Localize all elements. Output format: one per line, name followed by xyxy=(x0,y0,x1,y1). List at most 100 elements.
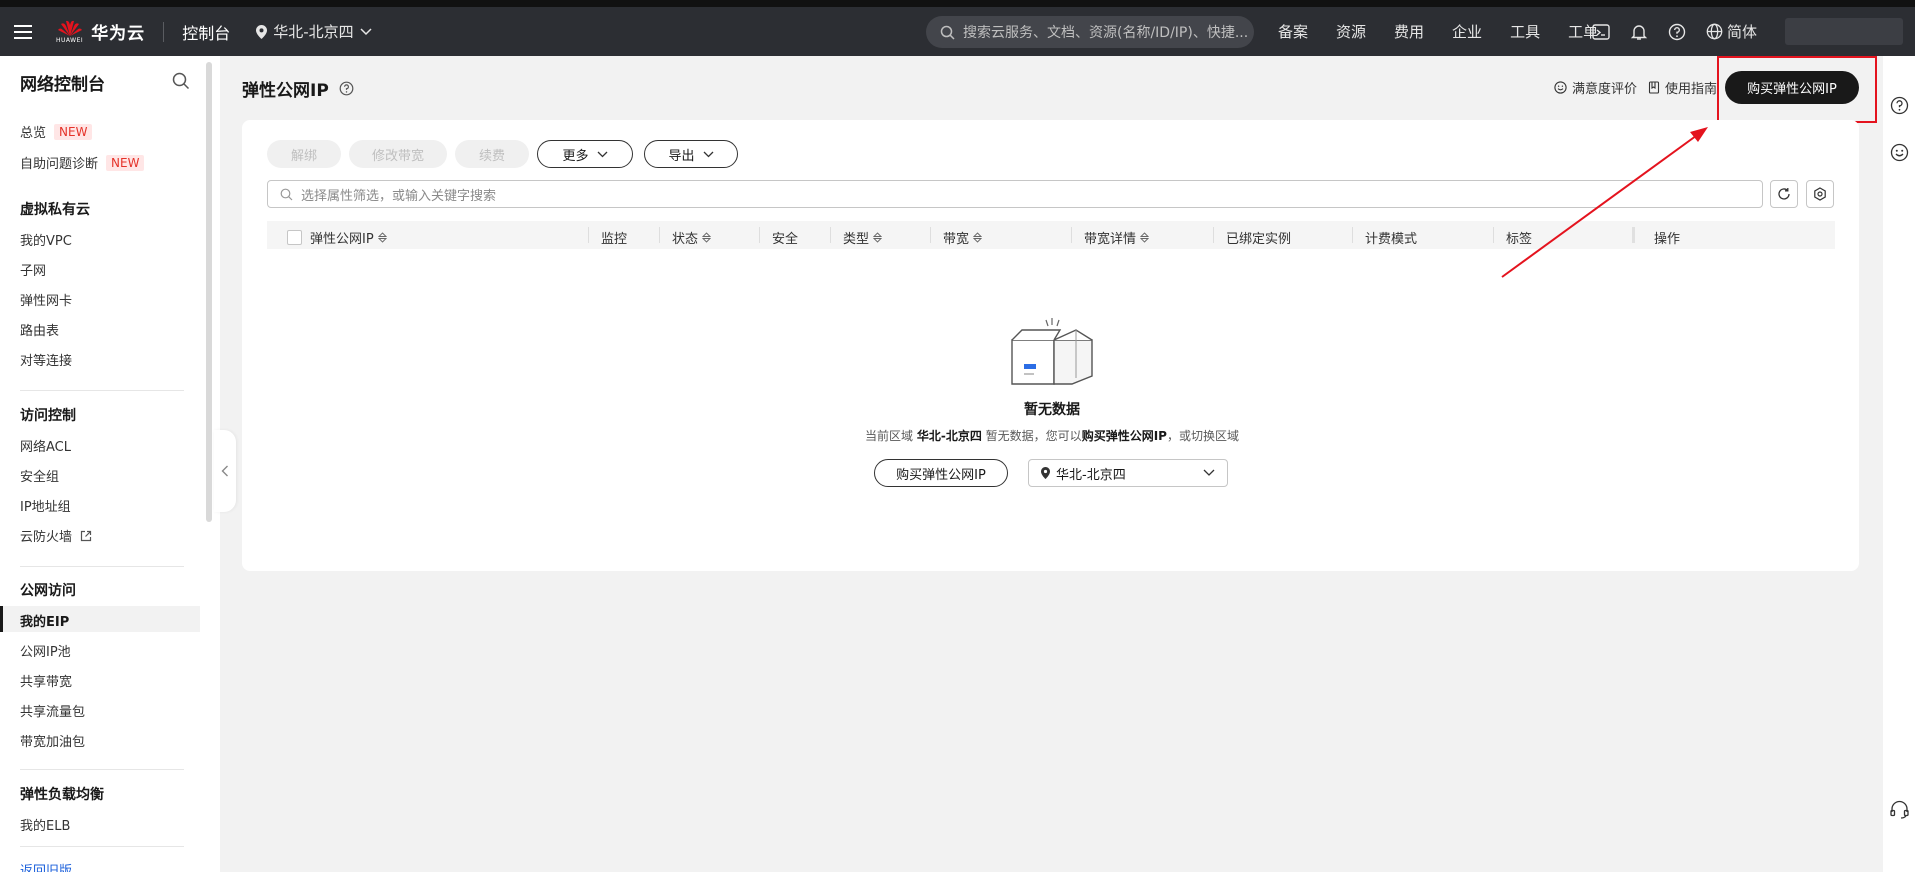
empty-state-title: 暂无数据 xyxy=(1024,402,1080,418)
sidebar-collapse-button[interactable] xyxy=(214,430,236,512)
column-label: 标签 xyxy=(1506,232,1533,247)
sidebar-divider xyxy=(20,390,184,391)
column-separator xyxy=(1493,227,1494,243)
column-actions: 操作 xyxy=(1654,228,1680,247)
refresh-button[interactable] xyxy=(1770,180,1798,208)
column-bound-instance: 已绑定实例 xyxy=(1226,228,1291,247)
column-separator xyxy=(1213,227,1214,243)
usage-guide-link[interactable]: 使用指南 xyxy=(1648,78,1717,97)
sidebar-divider xyxy=(20,566,184,567)
column-eip[interactable]: 弹性公网IP xyxy=(287,228,387,247)
empty-buy-eip-button[interactable]: 购买弹性公网IP xyxy=(874,459,1008,487)
column-status[interactable]: 状态 xyxy=(672,228,712,247)
unbind-button[interactable]: 解绑 xyxy=(267,140,341,168)
column-billing-mode: 计费模式 xyxy=(1365,228,1417,247)
global-search-input[interactable]: 搜索云服务、文档、资源(名称/ID/IP)、快捷... xyxy=(926,16,1254,48)
filter-search-input[interactable]: 选择属性筛选，或输入关键字搜索 xyxy=(267,180,1763,208)
divider xyxy=(163,21,165,42)
column-label: 安全 xyxy=(772,232,799,247)
satisfaction-rating-link[interactable]: 满意度评价 xyxy=(1554,78,1637,97)
region-selector[interactable]: 华北-北京四 xyxy=(256,21,372,42)
filter-search-placeholder: 选择属性筛选，或输入关键字搜索 xyxy=(301,188,497,204)
sidebar-group-public-access[interactable]: 公网访问 xyxy=(20,580,76,600)
column-type[interactable]: 类型 xyxy=(843,228,883,247)
chevron-left-icon xyxy=(221,465,228,477)
table-settings-button[interactable] xyxy=(1806,180,1834,208)
huawei-cloud-logo[interactable]: HUAWEI 华为云 xyxy=(56,19,145,44)
nav-enterprise[interactable]: 企业 xyxy=(1452,21,1482,42)
smile-icon[interactable] xyxy=(1890,143,1909,162)
sidebar-item-subnet[interactable]: 子网 xyxy=(20,260,46,279)
column-bandwidth[interactable]: 带宽 xyxy=(943,228,983,247)
renew-button[interactable]: 续费 xyxy=(455,140,529,168)
location-icon xyxy=(256,24,268,39)
nav-billing[interactable]: 费用 xyxy=(1394,21,1424,42)
book-icon xyxy=(1648,81,1660,94)
more-label: 更多 xyxy=(562,148,589,164)
menu-icon[interactable] xyxy=(0,7,46,56)
console-link[interactable]: 控制台 xyxy=(182,20,230,44)
column-separator xyxy=(830,227,831,243)
sidebar-item-peering[interactable]: 对等连接 xyxy=(20,350,72,369)
sidebar-item-ip-group[interactable]: IP地址组 xyxy=(20,496,71,515)
column-bandwidth-details[interactable]: 带宽详情 xyxy=(1084,228,1150,247)
sidebar-item-security-group[interactable]: 安全组 xyxy=(20,466,59,485)
bell-icon[interactable] xyxy=(1630,23,1648,41)
chevron-down-icon xyxy=(703,151,713,157)
sidebar-item-my-vpc[interactable]: 我的VPC xyxy=(20,230,72,249)
page-title: 弹性公网IP xyxy=(242,76,354,101)
globe-icon xyxy=(1706,23,1723,40)
refresh-icon xyxy=(1778,188,1790,200)
sort-icon xyxy=(973,232,983,243)
sidebar-item-label: 自助问题诊断 xyxy=(20,157,99,172)
fixed-column-shadow xyxy=(1632,227,1635,243)
sidebar-group-vpc[interactable]: 虚拟私有云 xyxy=(20,199,90,219)
column-separator xyxy=(759,227,760,243)
column-security: 安全 xyxy=(772,228,798,247)
sort-icon xyxy=(702,232,712,243)
gear-icon xyxy=(1814,187,1826,201)
sidebar-item-acl[interactable]: 网络ACL xyxy=(20,436,71,455)
column-label: 状态 xyxy=(672,232,699,247)
sidebar-item-my-eip[interactable]: 我的EIP xyxy=(20,611,69,630)
help-circle-icon[interactable] xyxy=(339,81,354,96)
sort-icon xyxy=(377,232,387,243)
sidebar-item-overview[interactable]: 总览 NEW xyxy=(20,122,93,141)
language-switch[interactable]: 简体 xyxy=(1706,21,1757,42)
sidebar-item-diagnosis[interactable]: 自助问题诊断 NEW xyxy=(20,153,145,172)
sidebar-scrollbar[interactable] xyxy=(206,62,212,522)
sidebar-group-access-control[interactable]: 访问控制 xyxy=(20,405,76,425)
sidebar-search-icon[interactable] xyxy=(172,72,190,90)
sidebar-item-traffic-package[interactable]: 共享流量包 xyxy=(20,701,85,720)
sidebar-item-eni[interactable]: 弹性网卡 xyxy=(20,290,72,309)
sidebar-item-bandwidth-addon[interactable]: 带宽加油包 xyxy=(20,731,85,750)
top-bar: HUAWEI 华为云 控制台 华北-北京四 搜索云服务、文档、资源(名称/ID/… xyxy=(0,7,1915,56)
terminal-icon[interactable] xyxy=(1592,23,1610,41)
modify-bandwidth-button[interactable]: 修改带宽 xyxy=(349,140,447,168)
empty-desc-text: 暂无数据，您可以 xyxy=(985,429,1082,443)
user-account-menu[interactable] xyxy=(1785,18,1903,45)
sidebar-item-shared-bandwidth[interactable]: 共享带宽 xyxy=(20,671,72,690)
sidebar-item-firewall[interactable]: 云防火墙 xyxy=(20,526,92,545)
chevron-down-icon xyxy=(1203,469,1215,476)
column-label: 弹性公网IP xyxy=(310,232,374,247)
export-dropdown[interactable]: 导出 xyxy=(644,140,738,168)
nav-beian[interactable]: 备案 xyxy=(1278,21,1308,42)
more-dropdown[interactable]: 更多 xyxy=(537,140,633,168)
annotation-highlight-box xyxy=(1717,56,1877,123)
sidebar-group-elb[interactable]: 弹性负载均衡 xyxy=(20,784,104,804)
help-icon[interactable] xyxy=(1890,96,1909,115)
help-icon[interactable] xyxy=(1668,23,1686,41)
sidebar-item-route-table[interactable]: 路由表 xyxy=(20,320,59,339)
select-all-checkbox[interactable] xyxy=(287,230,302,245)
nav-tools[interactable]: 工具 xyxy=(1510,21,1540,42)
language-label: 简体 xyxy=(1727,23,1758,41)
headset-icon[interactable] xyxy=(1889,800,1910,820)
sidebar-item-ip-pool[interactable]: 公网IP池 xyxy=(20,641,71,660)
sidebar-item-my-elb[interactable]: 我的ELB xyxy=(20,815,70,834)
back-to-old-version-link[interactable]: 返回旧版 xyxy=(20,860,72,872)
satisfaction-rating-label: 满意度评价 xyxy=(1572,82,1638,97)
nav-resources[interactable]: 资源 xyxy=(1336,21,1366,42)
column-label: 已绑定实例 xyxy=(1226,232,1292,247)
empty-region-select[interactable]: 华北-北京四 xyxy=(1028,459,1228,487)
